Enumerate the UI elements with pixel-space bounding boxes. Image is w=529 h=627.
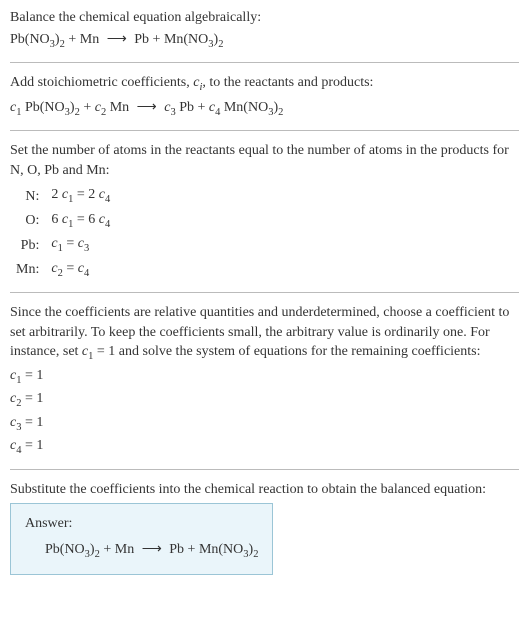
atom-label: Pb: xyxy=(10,233,45,257)
divider xyxy=(10,62,519,63)
step4-text: Substitute the coefficients into the che… xyxy=(10,480,519,500)
arrow-icon: ⟶ xyxy=(134,542,169,557)
eq-part: + Mn xyxy=(65,32,99,47)
eq-sub: 2 xyxy=(218,38,223,49)
answer-equation: Pb(NO3)2 + Mn ⟶ Pb + Mn(NO3)2 xyxy=(25,540,258,562)
divider xyxy=(10,292,519,293)
eq-part: Mn xyxy=(106,100,129,115)
intro-section: Balance the chemical equation algebraica… xyxy=(10,8,519,52)
divider xyxy=(10,469,519,470)
eq-part: + xyxy=(80,100,95,115)
atoms-table: N: 2 c1 = 2 c4 O: 6 c1 = 6 c4 Pb: c1 = c… xyxy=(10,184,116,282)
arrow-icon: ⟶ xyxy=(99,32,134,47)
coef: 6 xyxy=(88,212,99,227)
arrow-icon: ⟶ xyxy=(129,100,164,115)
step3-text: Since the coefficients are relative quan… xyxy=(10,303,519,365)
eq-part: Pb + Mn(NO xyxy=(134,32,208,47)
atom-equation: 2 c1 = 2 c4 xyxy=(45,184,116,208)
eq-part: Pb(NO xyxy=(21,100,64,115)
step1-equation: c1 Pb(NO3)2 + c2 Mn ⟶ c3 Pb + c4 Mn(NO3)… xyxy=(10,98,519,120)
table-row: O: 6 c1 = 6 c4 xyxy=(10,209,116,233)
eq-sign: = xyxy=(73,187,88,202)
eq-value: = 1 xyxy=(21,438,43,453)
coef: 2 xyxy=(51,187,62,202)
atom-label: N: xyxy=(10,184,45,208)
var-sub: 3 xyxy=(84,243,89,254)
eq-part: + Mn xyxy=(100,542,134,557)
intro-equation: Pb(NO3)2 + Mn ⟶ Pb + Mn(NO3)2 xyxy=(10,30,519,52)
table-row: Mn: c2 = c4 xyxy=(10,258,116,282)
eq-sign: = xyxy=(63,261,78,276)
atom-equation: c2 = c4 xyxy=(45,258,116,282)
atom-equation: c1 = c3 xyxy=(45,233,116,257)
var-sub: 4 xyxy=(84,267,89,278)
coeff-line: c3 = 1 xyxy=(10,413,519,435)
var-sub: 4 xyxy=(105,194,110,205)
step1-text: Add stoichiometric coefficients, ci, to … xyxy=(10,73,519,95)
step2-section: Set the number of atoms in the reactants… xyxy=(10,141,519,282)
eq-part: Pb + xyxy=(176,100,209,115)
coeff-line: c2 = 1 xyxy=(10,389,519,411)
eq-sign: = xyxy=(73,212,88,227)
coef: 6 xyxy=(51,212,62,227)
coeff-line: c4 = 1 xyxy=(10,436,519,458)
step1-section: Add stoichiometric coefficients, ci, to … xyxy=(10,73,519,120)
eq-part: Mn(NO xyxy=(220,100,268,115)
step3-section: Since the coefficients are relative quan… xyxy=(10,303,519,459)
eq-sub: 2 xyxy=(278,106,283,117)
eq-part: Pb(NO xyxy=(10,32,50,47)
var-sub: 4 xyxy=(105,219,110,230)
atom-label: O: xyxy=(10,209,45,233)
answer-label: Answer: xyxy=(25,514,258,534)
text-part: , to the reactants and products: xyxy=(202,75,373,90)
divider xyxy=(10,130,519,131)
answer-box: Answer: Pb(NO3)2 + Mn ⟶ Pb + Mn(NO3)2 xyxy=(10,503,273,575)
eq-value: = 1 xyxy=(21,391,43,406)
table-row: Pb: c1 = c3 xyxy=(10,233,116,257)
intro-text: Balance the chemical equation algebraica… xyxy=(10,8,519,28)
eq-value: = 1 xyxy=(21,415,43,430)
text-part: = 1 and solve the system of equations fo… xyxy=(93,344,480,359)
eq-part: Pb(NO xyxy=(45,542,85,557)
eq-part: Pb + Mn(NO xyxy=(169,542,243,557)
eq-sub: 2 xyxy=(253,549,258,560)
table-row: N: 2 c1 = 2 c4 xyxy=(10,184,116,208)
coef: 2 xyxy=(88,187,99,202)
step2-text: Set the number of atoms in the reactants… xyxy=(10,141,519,180)
eq-sign: = xyxy=(63,236,78,251)
step4-section: Substitute the coefficients into the che… xyxy=(10,480,519,576)
atom-equation: 6 c1 = 6 c4 xyxy=(45,209,116,233)
eq-value: = 1 xyxy=(21,368,43,383)
coeff-line: c1 = 1 xyxy=(10,366,519,388)
text-part: Add stoichiometric coefficients, xyxy=(10,75,193,90)
atom-label: Mn: xyxy=(10,258,45,282)
